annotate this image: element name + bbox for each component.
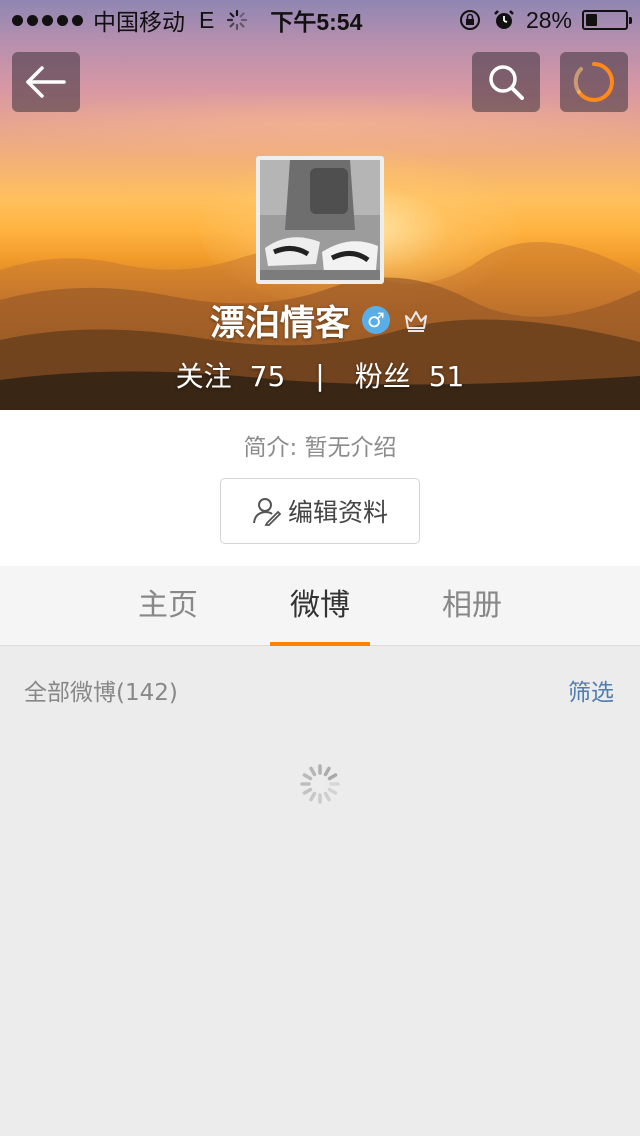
follow-stats: 关注 75 | 粉丝 51 [0, 352, 640, 398]
avatar-photo [260, 160, 380, 280]
alarm-icon [494, 10, 514, 29]
battery-icon [582, 10, 632, 30]
following-stat[interactable]: 关注 75 [176, 355, 286, 395]
all-weibo-count[interactable]: 全部微博(142) [24, 673, 178, 707]
following-label: 关注 [175, 360, 232, 393]
profile-tabs: 主页 微博 相册 [0, 566, 640, 646]
clock: 下午5:54 [270, 9, 363, 35]
filter-button[interactable]: 筛选 [568, 673, 614, 707]
edit-profile-label: 编辑资料 [287, 498, 388, 527]
edit-user-icon [252, 498, 282, 526]
fans-label: 粉丝 [354, 360, 411, 393]
back-button[interactable] [12, 52, 80, 112]
battery-percentage: 28% [525, 6, 572, 33]
signal-strength-icon [12, 14, 83, 26]
refresh-progress-icon [573, 62, 614, 102]
status-bar: 中国移动 E 下午5:54 28% [0, 0, 640, 40]
intro-panel: 简介: 暂无介绍 编辑资料 [0, 410, 640, 566]
male-gender-icon: ♂ [362, 306, 390, 334]
network-type: E [199, 6, 215, 33]
username-row: 漂泊情客 ♂ [0, 296, 640, 344]
rotation-lock-icon [459, 10, 480, 30]
stats-divider: | [315, 358, 325, 392]
loading-spinner-icon [300, 764, 340, 804]
tab-home[interactable]: 主页 [118, 566, 218, 646]
fans-stat[interactable]: 粉丝 51 [355, 355, 465, 395]
carrier-name: 中国移动 [93, 9, 185, 35]
crown-icon[interactable] [402, 306, 430, 334]
intro-text: 简介: 暂无介绍 [243, 435, 397, 461]
tab-album[interactable]: 相册 [422, 566, 522, 646]
fans-count: 51 [428, 360, 465, 393]
following-count: 75 [249, 360, 286, 393]
refresh-button[interactable] [560, 52, 628, 112]
username: 漂泊情客 [209, 303, 350, 344]
search-button[interactable] [472, 52, 540, 112]
tab-weibo[interactable]: 微博 [270, 566, 370, 646]
avatar[interactable] [256, 156, 384, 284]
weibo-list-header: 全部微博(142) 筛选 [0, 647, 640, 727]
edit-profile-button[interactable]: 编辑资料 [220, 478, 420, 544]
arrow-left-icon [26, 66, 66, 98]
search-icon [489, 65, 524, 100]
network-activity-icon [227, 9, 248, 31]
